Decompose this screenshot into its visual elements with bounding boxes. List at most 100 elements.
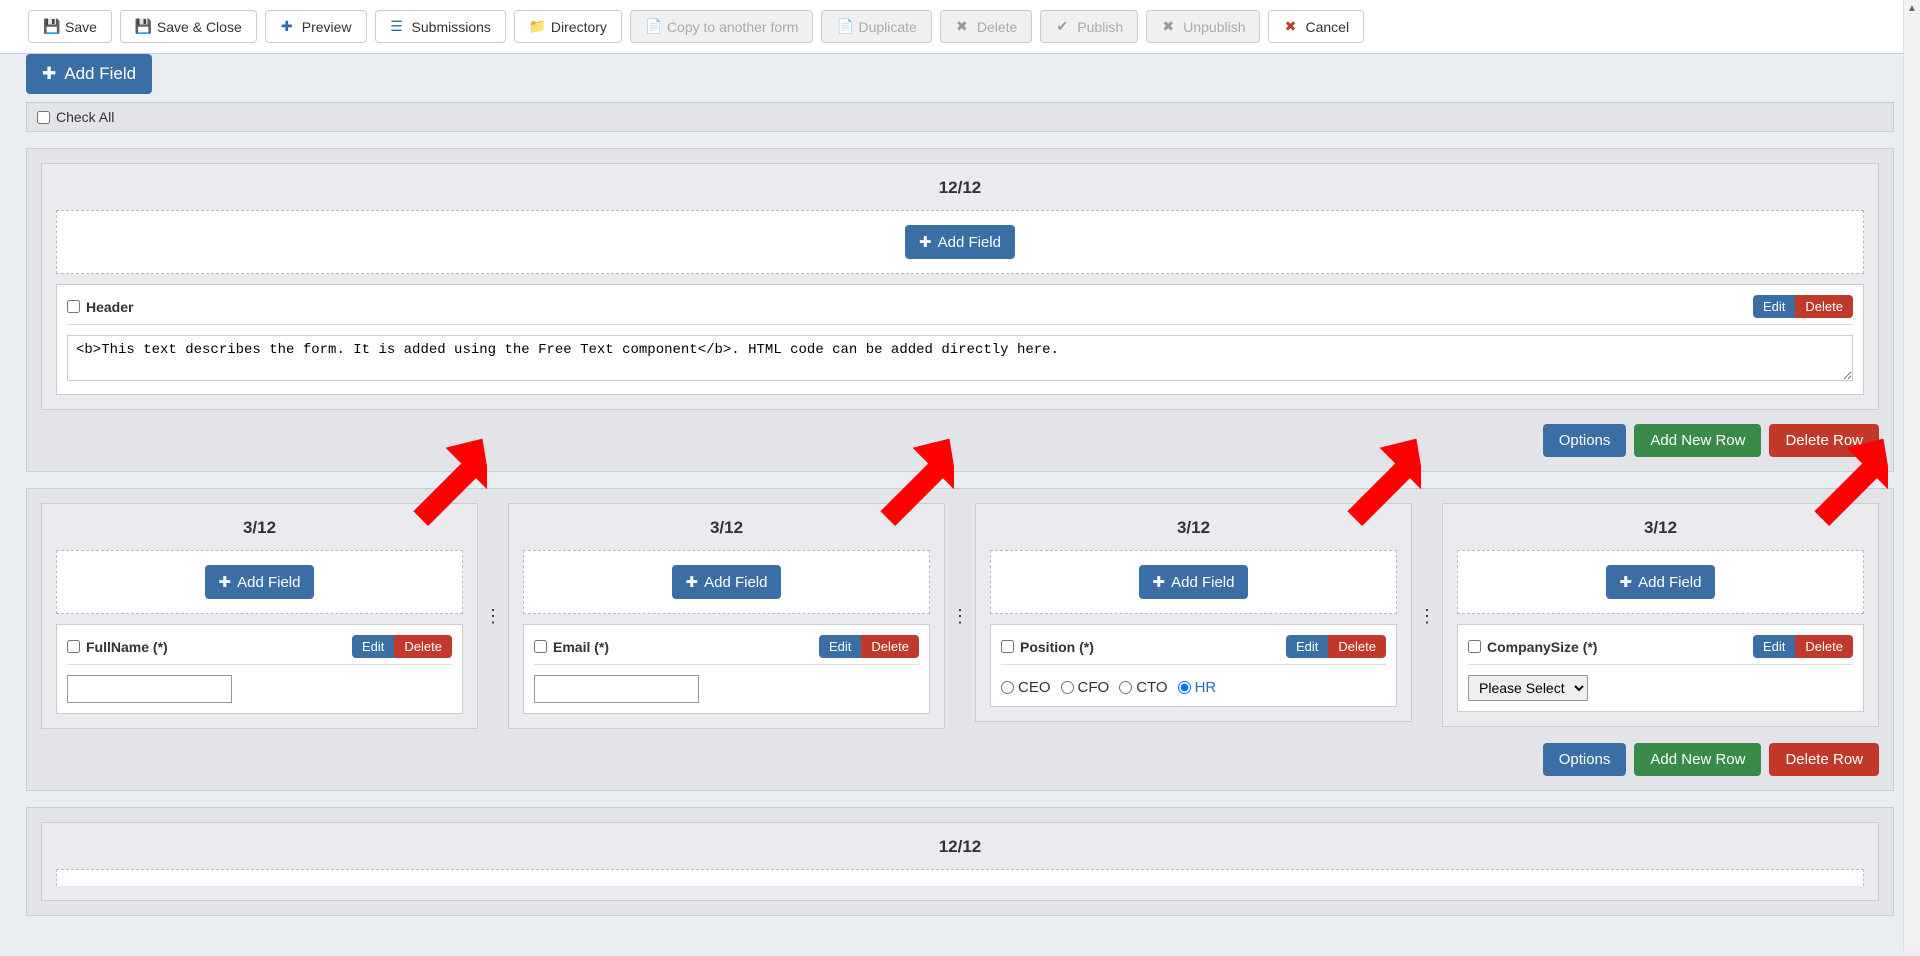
delete-button[interactable]: Delete [861,635,919,658]
row-3: 12/12 [26,807,1894,916]
drag-handle-icon[interactable]: ⋮ [478,503,508,729]
row-1-dropzone[interactable]: ✚ Add Field [56,210,1864,274]
add-field-button[interactable]: ✚ Add Field [905,225,1015,259]
field-title: Header [86,299,133,315]
row-2-columns: 3/12 ✚ Add Field FullName (*) Edit [41,503,1879,729]
radio-input[interactable] [1061,681,1074,694]
radio-label: CFO [1078,679,1110,696]
options-button[interactable]: Options [1543,424,1627,457]
check-icon: ✔ [1055,18,1069,35]
plus-icon: ✚ [219,573,232,591]
save-button[interactable]: 💾Save [28,10,112,43]
col-1-label: 3/12 [56,518,463,538]
drag-handle-icon[interactable]: ⋮ [945,503,975,729]
companysize-field: CompanySize (*) Edit Delete Please Selec… [1457,624,1864,712]
check-all-label: Check All [56,109,114,125]
delete-button: ✖Delete [940,10,1032,43]
field-checkbox[interactable] [67,300,80,313]
companysize-select[interactable]: Please Select [1468,675,1588,701]
add-field-label: Add Field [1638,574,1701,591]
email-field: Email (*) Edit Delete [523,624,930,714]
x-icon: ✖ [1161,18,1175,35]
edit-button[interactable]: Edit [1753,295,1795,318]
col-2-dropzone[interactable]: ✚Add Field [523,550,930,614]
email-input[interactable] [534,675,699,703]
add-field-label: Add Field [938,234,1001,251]
row-3-dropzone[interactable] [56,869,1864,886]
preview-label: Preview [302,19,352,35]
add-field-button[interactable]: ✚Add Field [1139,565,1249,599]
add-field-button[interactable]: ✚ Add Field [205,565,315,599]
publish-button: ✔Publish [1040,10,1138,43]
header-field: Header Edit Delete [56,284,1864,395]
delete-button[interactable]: Delete [1795,295,1853,318]
duplicate-label: Duplicate [858,19,916,35]
unpublish-label: Unpublish [1183,19,1245,35]
header-textarea[interactable] [67,335,1853,381]
radio-ceo[interactable]: CEO [1001,679,1051,696]
directory-button[interactable]: 📁Directory [514,10,622,43]
save-icon: 💾 [135,18,149,35]
field-checkbox[interactable] [1468,640,1481,653]
delete-button[interactable]: Delete [1795,635,1853,658]
delete-row-button[interactable]: Delete Row [1769,424,1879,457]
drag-handle-icon[interactable]: ⋮ [1412,503,1442,729]
col-3-label: 3/12 [990,518,1397,538]
duplicate-button: 📄Duplicate [821,10,931,43]
edit-button[interactable]: Edit [1753,635,1795,658]
preview-button[interactable]: ✚Preview [265,10,367,43]
row-3-label: 12/12 [56,837,1864,857]
edit-button[interactable]: Edit [1286,635,1328,658]
submissions-button[interactable]: ☰Submissions [375,10,506,43]
add-field-label: Add Field [237,574,300,591]
check-all-row: Check All [26,102,1894,132]
unpublish-button: ✖ Unpublish [1146,10,1260,43]
field-title: Position (*) [1020,639,1094,655]
plus-icon: ✚ [919,233,932,251]
row-1-frame: 12/12 ✚ Add Field Header Edit Delete [41,163,1879,410]
folder-icon: 📁 [529,18,543,35]
field-title: Email (*) [553,639,609,655]
delete-row-button[interactable]: Delete Row [1769,743,1879,776]
radio-input[interactable] [1119,681,1132,694]
field-checkbox[interactable] [1001,640,1014,653]
copy-label: Copy to another form [667,19,799,35]
fullname-input[interactable] [67,675,232,703]
scroll-up-icon[interactable]: ▲ [1904,0,1920,17]
field-checkbox[interactable] [534,640,547,653]
options-button[interactable]: Options [1543,743,1627,776]
fullname-field: FullName (*) Edit Delete [56,624,463,714]
radio-input[interactable] [1178,681,1191,694]
col-4-dropzone[interactable]: ✚ Add Field [1457,550,1864,614]
radio-label: CTO [1136,679,1167,696]
check-all-checkbox[interactable] [37,111,50,124]
add-field-button[interactable]: ✚Add Field [672,565,782,599]
position-field: Position (*) Edit Delete CEO CFO CTO HR [990,624,1397,707]
save-label: Save [65,19,97,35]
add-field-button[interactable]: ✚ Add Field [1606,565,1716,599]
add-field-top-button[interactable]: ✚Add Field [26,54,152,94]
col-1-dropzone[interactable]: ✚ Add Field [56,550,463,614]
row-1-label: 12/12 [56,178,1864,198]
edit-button[interactable]: Edit [352,635,394,658]
submissions-label: Submissions [412,19,491,35]
delete-button[interactable]: Delete [394,635,452,658]
field-title: FullName (*) [86,639,168,655]
radio-cfo[interactable]: CFO [1061,679,1110,696]
delete-button[interactable]: Delete [1328,635,1386,658]
edit-button[interactable]: Edit [819,635,861,658]
x-icon: ✖ [1283,18,1297,35]
col-3-dropzone[interactable]: ✚Add Field [990,550,1397,614]
scrollbar[interactable]: ▲ [1903,0,1920,951]
save-close-button[interactable]: 💾Save & Close [120,10,257,43]
add-new-row-button[interactable]: Add New Row [1634,424,1761,457]
cancel-label: Cancel [1305,19,1349,35]
field-checkbox[interactable] [67,640,80,653]
radio-input[interactable] [1001,681,1014,694]
col-4-label: 3/12 [1457,518,1864,538]
plus-icon: ✚ [1620,573,1633,591]
radio-cto[interactable]: CTO [1119,679,1167,696]
add-new-row-button[interactable]: Add New Row [1634,743,1761,776]
cancel-button[interactable]: ✖ Cancel [1268,10,1364,43]
radio-hr[interactable]: HR [1178,679,1217,696]
